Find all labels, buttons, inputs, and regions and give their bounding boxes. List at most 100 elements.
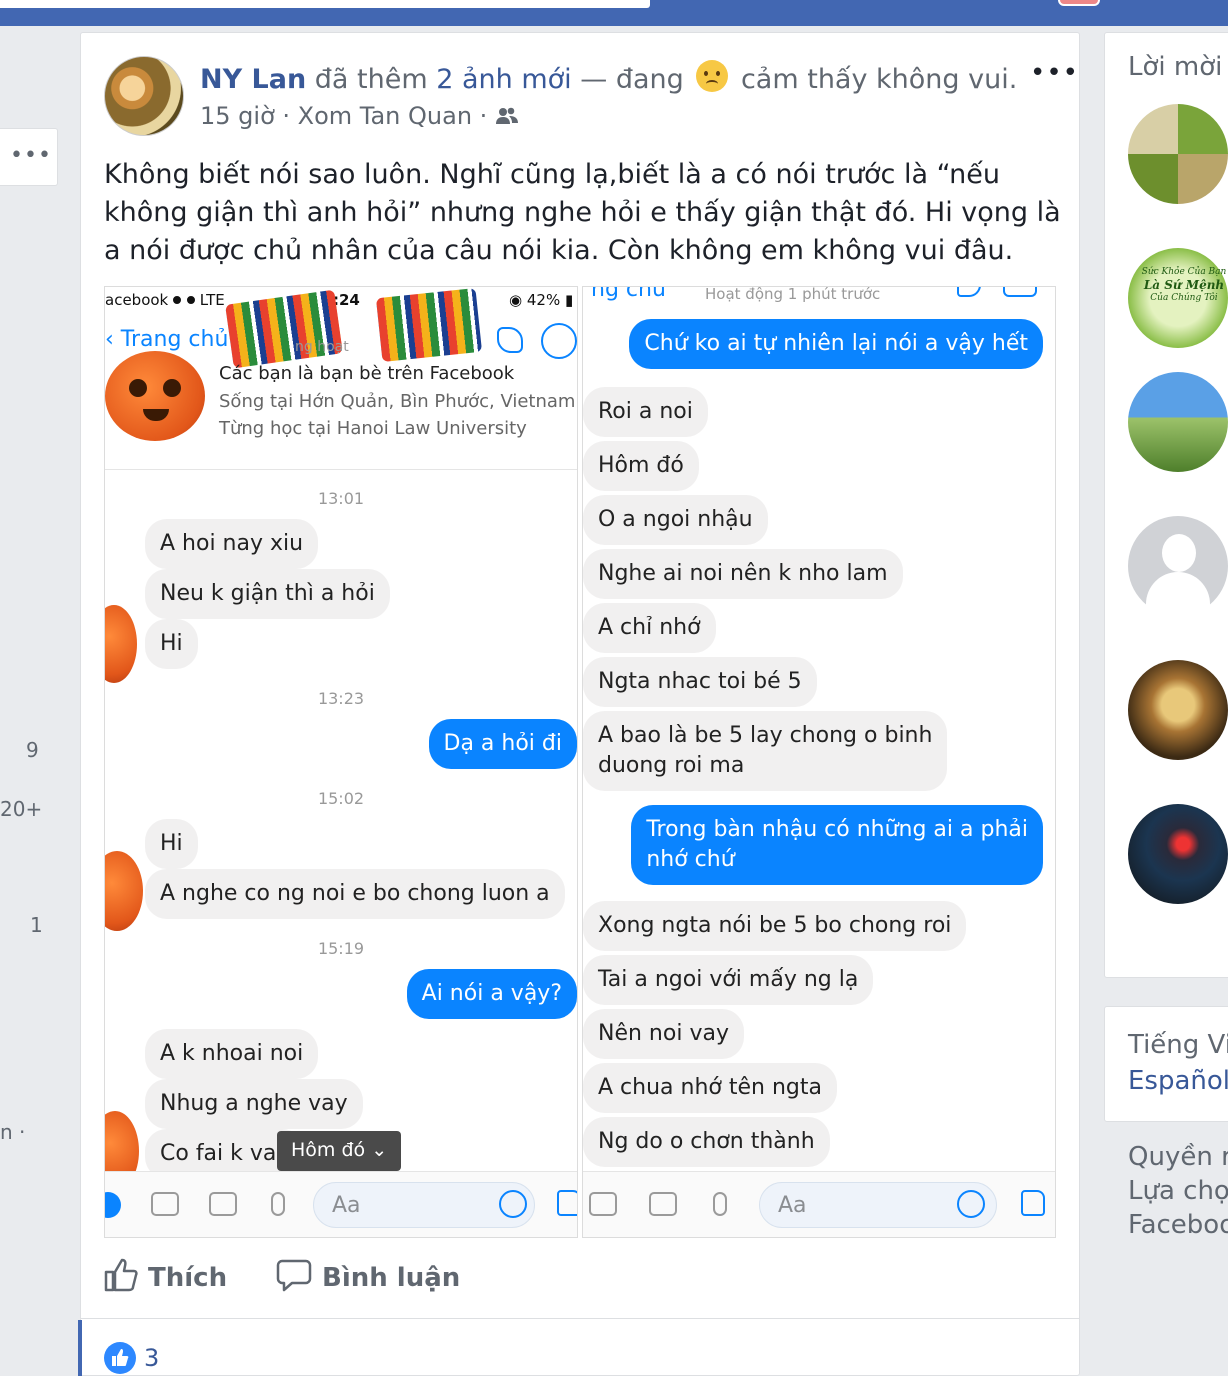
sender-avatar [105, 851, 143, 931]
status-bar: acebook LTE [105, 291, 225, 309]
camera-icon[interactable] [151, 1192, 179, 1216]
post-body-text: Không biết nói sao luôn. Nghĩ cũng lạ,bi… [104, 159, 1061, 266]
message-received[interactable]: Hi [145, 619, 198, 669]
photos-link[interactable]: 2 ảnh mới [436, 64, 571, 95]
message-received[interactable]: Ng do o chơn thành [583, 1117, 830, 1167]
timestamp: 13:01 [317, 489, 365, 508]
like-reaction-icon[interactable] [104, 1342, 136, 1374]
page-avatar[interactable] [1128, 660, 1228, 760]
message-sent[interactable]: Dạ a hỏi đi [428, 719, 577, 769]
sticker-line: Là Sứ Mệnh [1143, 278, 1225, 292]
timestamp: 13:23 [317, 689, 365, 708]
message-received[interactable]: Hi [145, 819, 198, 869]
page-avatar[interactable]: Sức Khỏe Của Bạn Là Sứ Mệnh Của Chúng Tô… [1128, 248, 1228, 348]
footer-link[interactable]: Faceboo [1128, 1210, 1228, 1240]
footer-link[interactable]: Quyền ri [1128, 1142, 1228, 1172]
message-received[interactable]: Nên noi vay [583, 1009, 744, 1059]
microphone-icon[interactable] [713, 1192, 727, 1216]
lives-in-text: Sống tại Hớn Quản, Bìn Phước, Vietnam [219, 391, 576, 412]
thumbs-up-icon[interactable] [1021, 1190, 1045, 1216]
message-received[interactable]: O a ngoi nhậu [583, 495, 768, 545]
post-photo-2[interactable]: ng chủ Hoạt động 1 phút trước Chứ ko ai … [582, 286, 1056, 1238]
gallery-icon[interactable] [649, 1192, 677, 1216]
language-link[interactable]: Español [1128, 1066, 1228, 1096]
message-received[interactable]: Ngta nhac toi bé 5 [583, 657, 817, 707]
microphone-icon[interactable] [271, 1192, 285, 1216]
message-received[interactable]: Tai a ngoi với mấy ng lạ [583, 955, 874, 1005]
left-fragment: n · [0, 1120, 26, 1144]
page-avatar[interactable] [1128, 104, 1228, 204]
left-count-3: 1 [30, 913, 43, 937]
like-label: Thích [148, 1263, 228, 1293]
feeling-text: cảm thấy không vui. [732, 64, 1018, 95]
message-received[interactable]: Hôm đó [583, 441, 699, 491]
author-name-link[interactable]: NY Lan [200, 64, 306, 95]
timestamp: 15:19 [317, 939, 365, 958]
emoji-icon[interactable] [957, 1190, 985, 1218]
message-sent[interactable]: Trong bàn nhậu có những ai a phải nhớ ch… [631, 805, 1043, 885]
feeling-prefix: — đang [571, 64, 693, 95]
emoji-icon[interactable] [499, 1190, 527, 1218]
message-line: A bao là be 5 lay chong o binh [598, 723, 933, 748]
battery-icon: ▮ [565, 291, 574, 309]
chevron-left-icon: ‹ [105, 327, 121, 352]
message-received[interactable]: A chua nhớ tên ngta [583, 1063, 837, 1113]
contact-avatar-sticker [105, 351, 205, 441]
profile-avatar[interactable] [1058, 0, 1100, 6]
plus-icon[interactable] [105, 1192, 121, 1218]
phone-icon[interactable] [957, 287, 981, 297]
message-received[interactable]: A bao là be 5 lay chong o binh duong roi… [583, 711, 948, 791]
friend-note: Các bạn là bạn bè trên Facebook [219, 363, 515, 384]
rotation-lock-icon: ◉ [509, 291, 523, 309]
message-sent[interactable]: Ai nói a vậy? [406, 969, 577, 1019]
post-photo-1[interactable]: acebook LTE :24 ◉ 42% ▮ ‹ Trang chủ ng h… [104, 286, 578, 1238]
video-call-icon[interactable] [541, 323, 577, 359]
gallery-icon[interactable] [209, 1192, 237, 1216]
left-count-1: 9 [26, 738, 39, 762]
comment-button[interactable]: Bình luận [276, 1258, 460, 1293]
message-received[interactable]: A hoi nay xiu [145, 519, 319, 569]
signal-icon [173, 294, 195, 304]
video-call-icon[interactable] [1003, 287, 1037, 297]
comment-section-accent [78, 1320, 82, 1376]
active-status: ng hoạt [295, 339, 349, 355]
phone-icon[interactable] [497, 327, 523, 353]
page-avatar[interactable] [1128, 804, 1228, 904]
camera-icon[interactable] [589, 1192, 617, 1216]
message-received[interactable]: Xong ngta nói be 5 bo chong roi [583, 901, 967, 951]
author-avatar[interactable] [104, 56, 184, 136]
post-options-button[interactable]: ••• [1030, 58, 1079, 88]
back-label: Trang chủ [120, 327, 229, 352]
message-received[interactable]: Nghe ai noi nên k nho lam [583, 549, 903, 599]
message-received[interactable]: A chỉ nhớ [583, 603, 716, 653]
message-received[interactable]: Neu k giận thì a hỏi [145, 569, 390, 619]
status-lte: LTE [199, 291, 225, 309]
thumbs-up-icon[interactable] [557, 1190, 577, 1216]
message-sent[interactable]: Chứ ko ai tự nhiên lại nói a vậy hết [629, 319, 1043, 369]
message-received[interactable]: Roi a noi [583, 387, 708, 437]
divider [80, 1318, 1080, 1319]
censor-sticker-2 [375, 287, 483, 363]
action-text: đã thêm [306, 64, 437, 95]
reaction-count[interactable]: 3 [144, 1344, 159, 1372]
message-received[interactable]: A nghe co ng noi e bo chong luon a [145, 869, 565, 919]
like-button[interactable]: Thích [104, 1258, 227, 1293]
post-meta: 15 giờ · Xom Tan Quan · [200, 102, 519, 130]
language-card [1104, 1006, 1228, 1122]
message-received[interactable]: A k nhoai noi [145, 1029, 319, 1079]
friends-audience-icon[interactable] [495, 102, 519, 130]
timestamp: 15:02 [317, 789, 365, 808]
sticker-line: Của Chúng Tôi [1150, 293, 1218, 303]
left-more-button[interactable]: ••• [10, 143, 52, 168]
message-received[interactable]: Nhug a nghe vay [145, 1079, 363, 1129]
footer-link[interactable]: Lựa chọn [1128, 1176, 1228, 1206]
default-avatar[interactable] [1128, 516, 1228, 616]
back-button[interactable]: ‹ Trang chủ [105, 327, 228, 352]
sender-avatar [105, 605, 137, 683]
message-composer: Aa [105, 1171, 577, 1237]
invites-title: Lời mời k [1128, 52, 1228, 82]
search-input[interactable] [0, 0, 650, 8]
battery-percent: 42% [526, 291, 561, 309]
status-carrier: acebook [105, 291, 173, 309]
page-avatar[interactable] [1128, 372, 1228, 472]
